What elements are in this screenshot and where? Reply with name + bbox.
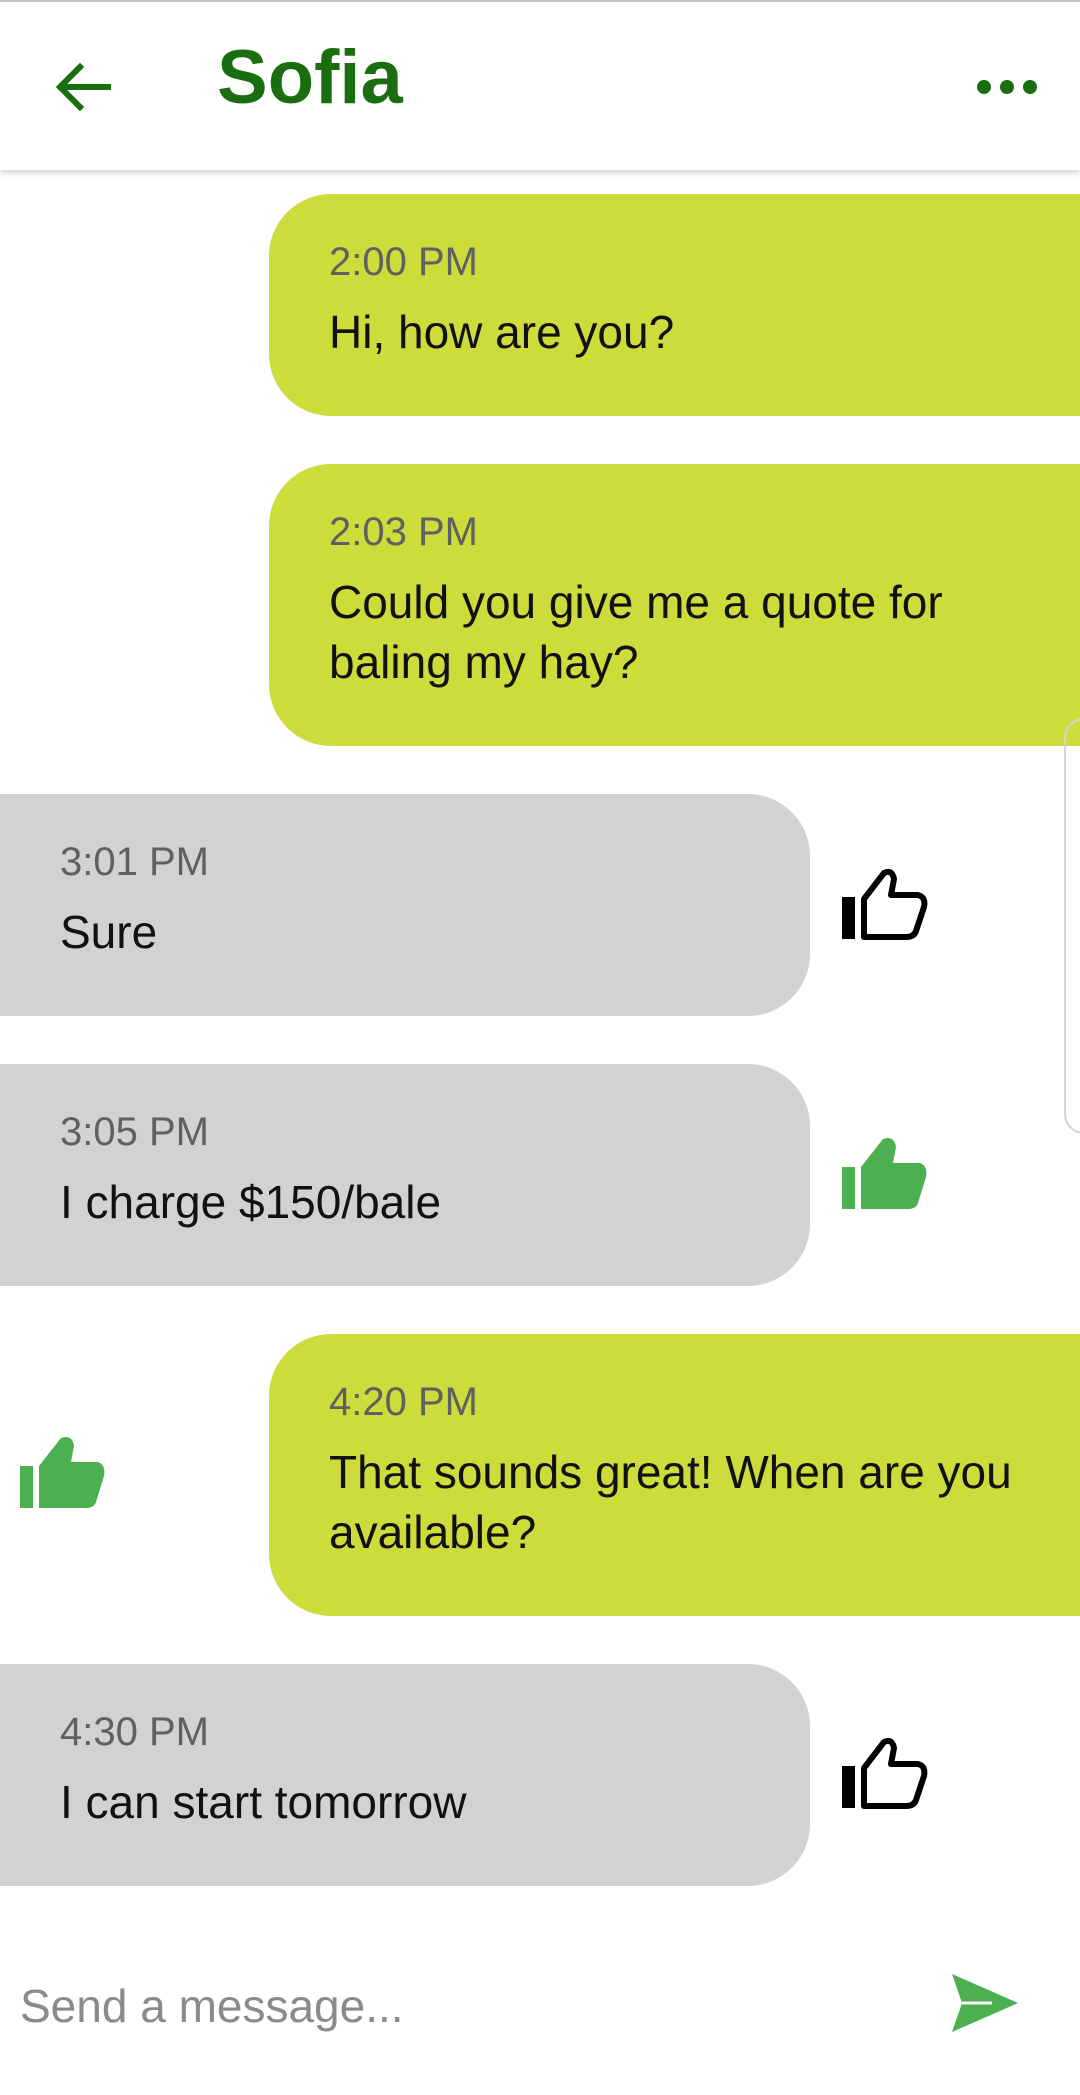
received-message[interactable]: 4:30 PM I can start tomorrow — [0, 1664, 810, 1886]
like-button[interactable] — [838, 1135, 928, 1215]
edge-panel-handle[interactable] — [1064, 718, 1080, 1134]
message-text: That sounds great! When are you availabl… — [329, 1446, 1012, 1558]
message-text: I can start tomorrow — [60, 1776, 467, 1828]
like-button[interactable] — [838, 865, 928, 945]
sent-message[interactable]: 2:00 PM Hi, how are you? — [269, 194, 1080, 416]
message-time: 2:03 PM — [329, 510, 478, 554]
message-input[interactable] — [18, 1965, 902, 2047]
back-button[interactable] — [48, 52, 118, 122]
received-message[interactable]: 3:01 PM Sure — [0, 794, 810, 1016]
more-options-button[interactable] — [972, 62, 1042, 112]
message-text: I charge $150/bale — [60, 1176, 442, 1228]
sent-message[interactable]: 4:20 PM That sounds great! When are you … — [269, 1334, 1080, 1616]
thumbs-up-outline-icon — [842, 1737, 928, 1809]
message-text: Hi, how are you? — [329, 306, 675, 358]
message-time: 3:05 PM — [60, 1110, 209, 1154]
thumbs-up-outline-icon — [842, 868, 928, 940]
contact-name: Sofia — [217, 35, 403, 120]
send-icon — [952, 1974, 1018, 2032]
sent-message[interactable]: 2:03 PM Could you give me a quote for ba… — [269, 464, 1080, 746]
received-message[interactable]: 3:05 PM I charge $150/bale — [0, 1064, 810, 1286]
message-composer — [0, 1945, 1080, 2095]
message-time: 4:30 PM — [60, 1710, 209, 1754]
thumbs-up-filled-icon — [20, 1437, 105, 1508]
message-text: Could you give me a quote for baling my … — [329, 576, 943, 688]
arrow-left-icon — [55, 62, 111, 112]
message-time: 3:01 PM — [60, 840, 209, 884]
message-time: 4:20 PM — [329, 1380, 478, 1424]
chat-header: Sofia — [0, 2, 1080, 170]
more-horizontal-icon — [977, 80, 1037, 94]
message-time: 2:00 PM — [329, 240, 478, 284]
like-button[interactable] — [16, 1434, 106, 1514]
thumbs-up-filled-icon — [842, 1138, 927, 1209]
message-text: Sure — [60, 906, 158, 958]
like-button[interactable] — [838, 1734, 928, 1814]
send-button[interactable] — [948, 1970, 1022, 2036]
